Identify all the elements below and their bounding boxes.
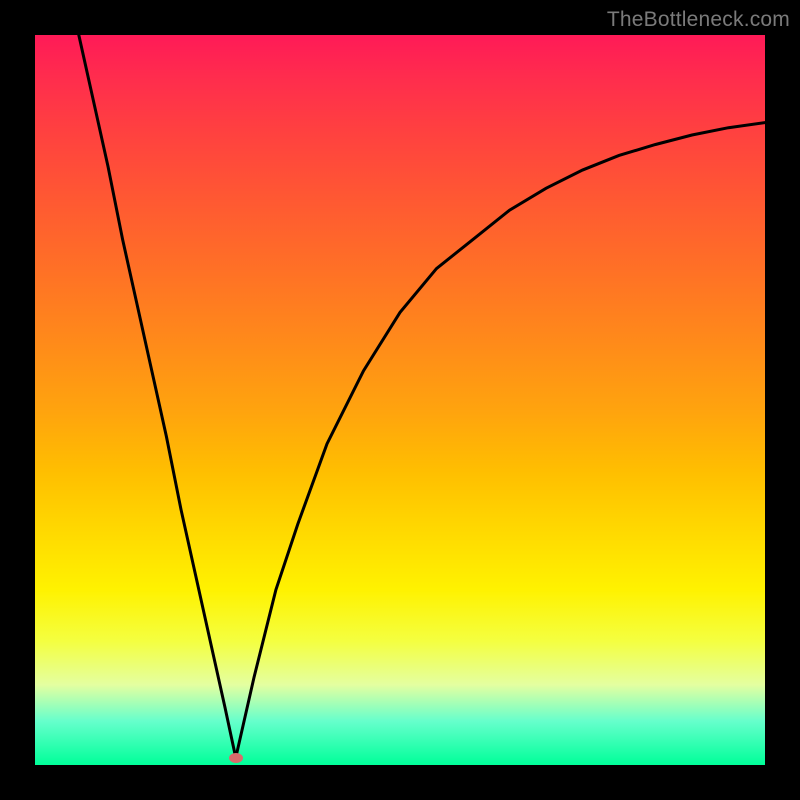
- curve-right-branch: [236, 123, 765, 758]
- curve-left-branch: [79, 35, 236, 758]
- minimum-marker-dot: [229, 753, 243, 763]
- watermark-text: TheBottleneck.com: [607, 8, 790, 32]
- curve-svg: [35, 35, 765, 765]
- chart-frame: TheBottleneck.com: [0, 0, 800, 800]
- plot-area: [35, 35, 765, 765]
